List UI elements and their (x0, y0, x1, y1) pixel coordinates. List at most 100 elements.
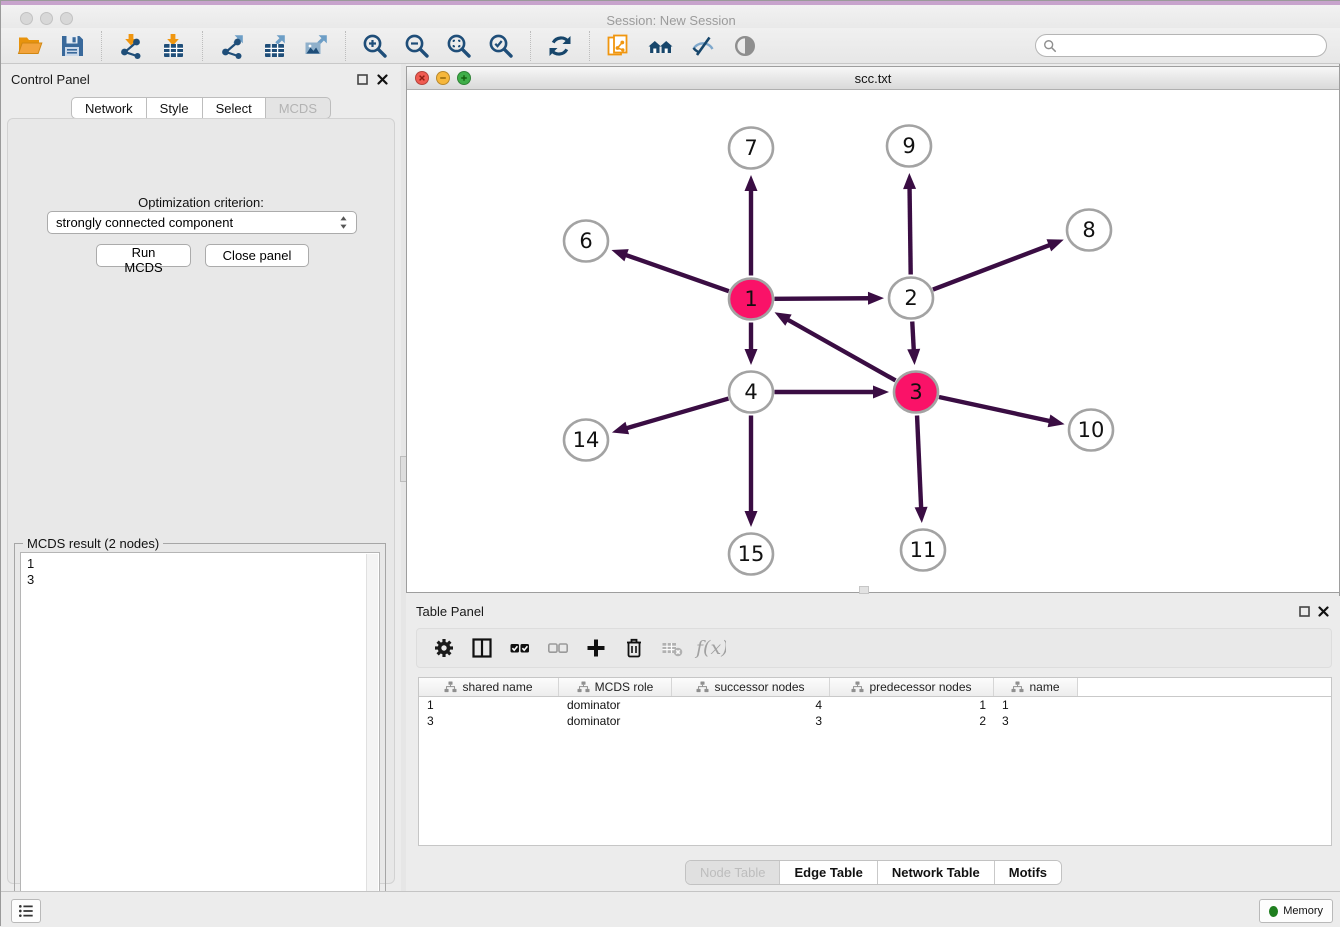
table-body: 1dominator4113dominator323 (419, 697, 1331, 729)
criterion-selected-value: strongly connected component (56, 215, 339, 230)
graph-node-11[interactable]: 11 (901, 530, 945, 571)
tab-network-table[interactable]: Network Table (877, 861, 994, 884)
refresh-layout-button[interactable] (542, 30, 578, 62)
import-network-button[interactable] (113, 30, 149, 62)
graph-node-3[interactable]: 3 (894, 372, 938, 413)
export-image-button[interactable] (298, 30, 334, 62)
graph-node-6[interactable]: 6 (564, 221, 608, 262)
zoom-fit-button[interactable] (441, 30, 477, 62)
status-bar: Memory (1, 891, 1340, 927)
gear-button[interactable] (427, 633, 461, 663)
graph-node-10[interactable]: 10 (1069, 410, 1113, 451)
search-icon (1043, 39, 1057, 53)
graph-node-9[interactable]: 9 (887, 126, 931, 167)
edge-3-11[interactable] (917, 415, 921, 510)
tab-mcds[interactable]: MCDS (266, 97, 331, 119)
hide-eye-button[interactable] (685, 30, 721, 62)
close-panel-button[interactable]: Close panel (205, 244, 309, 267)
table-row[interactable]: 3dominator323 (419, 713, 1331, 729)
application-window: Session: New Session Control Panel Netwo… (0, 0, 1340, 926)
add-row-button[interactable] (579, 633, 613, 663)
table-panel-title: Table Panel (416, 604, 484, 619)
zoom-out-icon (404, 33, 430, 59)
tab-edge-table[interactable]: Edge Table (779, 861, 876, 884)
select-all-button[interactable] (503, 633, 537, 663)
criterion-select[interactable]: strongly connected component (47, 211, 357, 234)
column-header-shared-name[interactable]: shared name (419, 678, 559, 696)
edge-4-14[interactable] (624, 399, 728, 429)
edge-1-2[interactable] (774, 298, 871, 299)
result-scrollbar[interactable] (366, 554, 378, 920)
edge-arrowhead (745, 511, 758, 527)
network-canvas[interactable]: 7 9 6 8 1 2 4 3 14 10 15 11 (407, 90, 1339, 592)
table-row[interactable]: 1dominator411 (419, 697, 1331, 713)
toolbar-separator (530, 31, 531, 61)
svg-text:10: 10 (1078, 418, 1105, 442)
function-builder-button: f(x) (693, 633, 727, 663)
mcds-result-text[interactable]: 1 3 (20, 552, 380, 920)
columns-button[interactable] (465, 633, 499, 663)
graph-node-4[interactable]: 4 (729, 372, 773, 413)
float-table-panel-icon[interactable] (1297, 604, 1311, 618)
svg-text:9: 9 (902, 134, 915, 158)
houses-button[interactable] (643, 30, 679, 62)
task-history-button[interactable] (11, 899, 41, 923)
cell-shared-name: 3 (419, 713, 559, 729)
tab-network[interactable]: Network (71, 97, 147, 119)
zoom-selected-button[interactable] (483, 30, 519, 62)
clone-network-button[interactable] (601, 30, 637, 62)
column-header-name[interactable]: name (994, 678, 1078, 696)
export-table-button[interactable] (256, 30, 292, 62)
clone-network-icon (606, 33, 632, 59)
svg-text:14: 14 (573, 428, 600, 452)
export-network-button[interactable] (214, 30, 250, 62)
toolbar-separator (202, 31, 203, 61)
add-row-icon (585, 637, 607, 659)
tab-select[interactable]: Select (203, 97, 266, 119)
search-field[interactable] (1035, 34, 1327, 57)
column-header-successor-nodes[interactable]: successor nodes (672, 678, 830, 696)
tab-style[interactable]: Style (147, 97, 203, 119)
close-panel-icon[interactable] (375, 72, 389, 86)
search-input[interactable] (1057, 35, 1326, 56)
close-table-panel-icon[interactable] (1316, 604, 1330, 618)
edge-2-9[interactable] (910, 186, 911, 275)
edge-2-3[interactable] (912, 321, 914, 352)
open-folder-button[interactable] (12, 30, 48, 62)
memory-button[interactable]: Memory (1259, 899, 1333, 923)
hierarchy-icon (577, 681, 590, 693)
hierarchy-icon (696, 681, 709, 693)
edge-3-10[interactable] (939, 397, 1052, 422)
run-mcds-button[interactable]: Run MCDS (96, 244, 191, 267)
column-header-predecessor-nodes[interactable]: predecessor nodes (830, 678, 994, 696)
edge-2-8[interactable] (933, 244, 1052, 289)
horizontal-divider-handle[interactable] (859, 586, 869, 594)
save-floppy-button[interactable] (54, 30, 90, 62)
houses-icon (648, 33, 674, 59)
memory-status-dot (1269, 906, 1278, 917)
zoom-out-button[interactable] (399, 30, 435, 62)
graph-node-15[interactable]: 15 (729, 534, 773, 575)
export-image-icon (303, 33, 329, 59)
float-panel-icon[interactable] (355, 72, 369, 86)
edge-1-6[interactable] (624, 254, 729, 291)
graph-node-8[interactable]: 8 (1067, 210, 1111, 251)
show-eye-button[interactable] (727, 30, 763, 62)
column-header-MCDS-role[interactable]: MCDS role (559, 678, 672, 696)
hierarchy-icon (444, 681, 457, 693)
svg-text:3: 3 (909, 380, 922, 404)
graph-node-14[interactable]: 14 (564, 420, 608, 461)
graph-node-2[interactable]: 2 (889, 278, 933, 319)
graph-node-1[interactable]: 1 (729, 279, 773, 320)
edge-3-1[interactable] (786, 319, 896, 381)
toolbar-separator (101, 31, 102, 61)
select-all-icon (509, 637, 531, 659)
zoom-in-button[interactable] (357, 30, 393, 62)
tab-motifs[interactable]: Motifs (994, 861, 1061, 884)
edge-arrowhead (1048, 415, 1065, 428)
graph-node-7[interactable]: 7 (729, 128, 773, 169)
deselect-all-button[interactable] (541, 633, 575, 663)
import-table-button[interactable] (155, 30, 191, 62)
trash-button[interactable] (617, 633, 651, 663)
tab-node-table[interactable]: Node Table (686, 861, 780, 884)
